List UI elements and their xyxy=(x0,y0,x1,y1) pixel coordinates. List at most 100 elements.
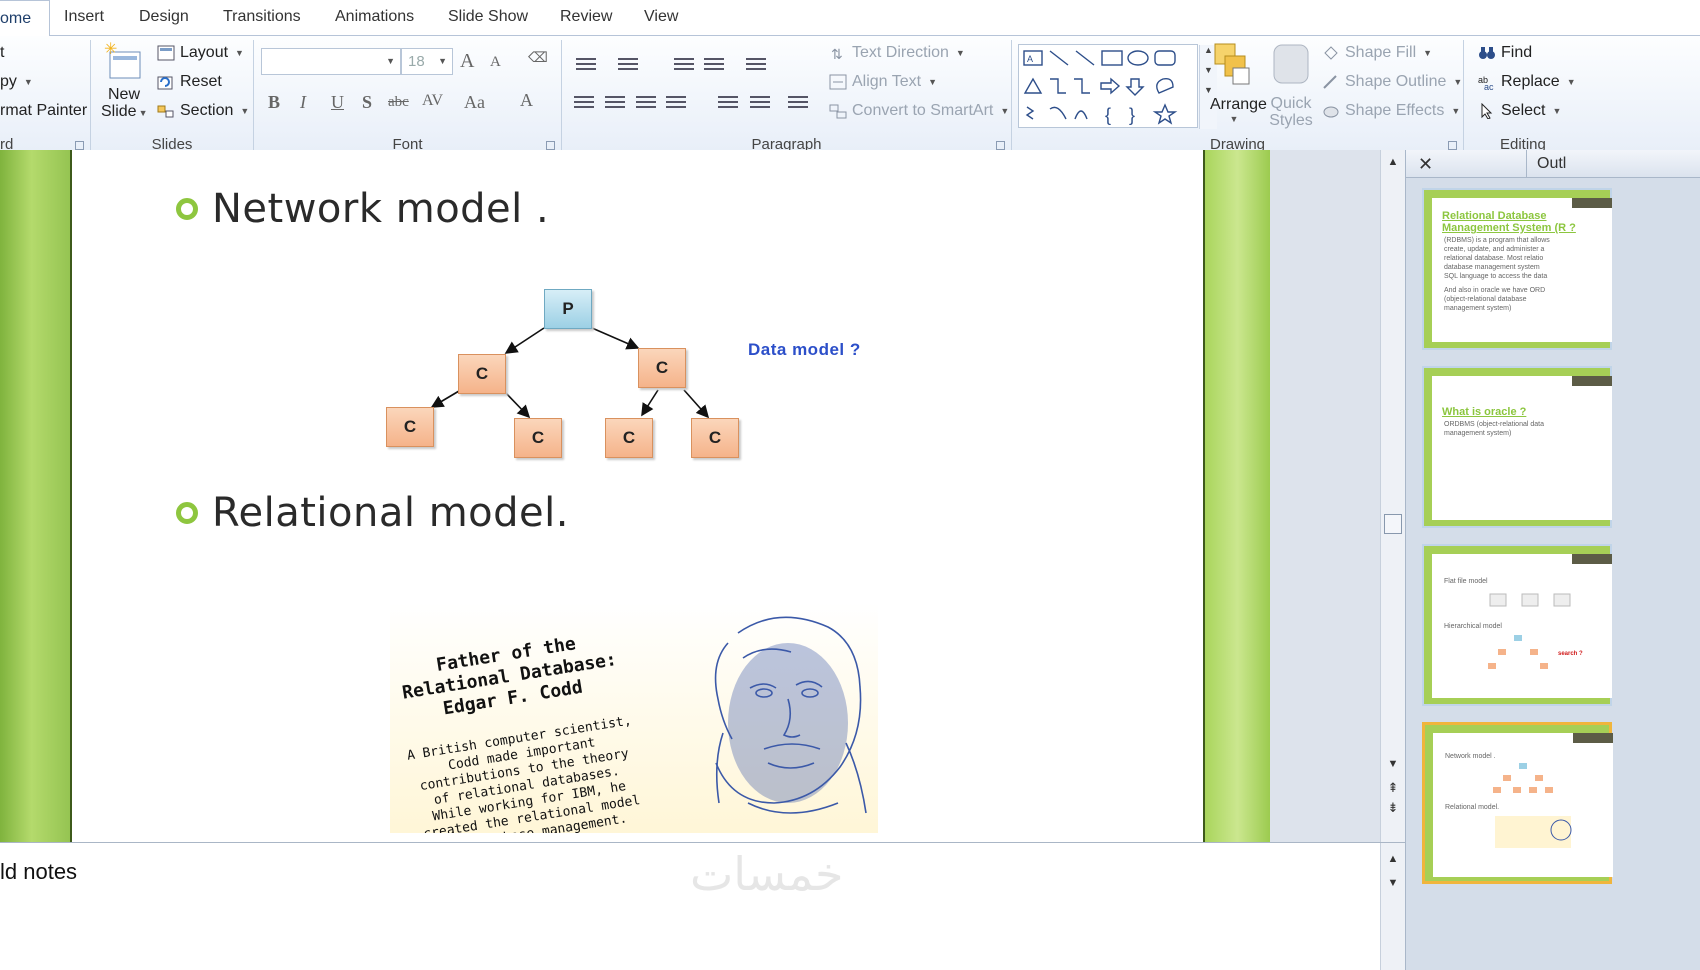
slide-thumbnail[interactable]: What is oracle ? ORDBMS (object-relation… xyxy=(1422,366,1612,528)
next-slide-icon[interactable]: ⇟ xyxy=(1381,800,1405,816)
tab-view[interactable]: View xyxy=(644,8,678,30)
character-spacing-button[interactable]: AV xyxy=(422,92,443,110)
slide-thumbnail[interactable]: Flat file model Hierarchical model searc… xyxy=(1422,544,1612,706)
svg-text:A: A xyxy=(1027,54,1033,64)
tree-node-child[interactable]: C xyxy=(638,348,686,388)
arrange-button[interactable]: Arrange ▼ xyxy=(1210,42,1267,132)
tab-slide-show[interactable]: Slide Show xyxy=(448,8,528,30)
shape-outline-button[interactable]: Shape Outline ▼ xyxy=(1322,73,1462,91)
line-spacing-icon[interactable] xyxy=(746,58,766,74)
italic-button[interactable]: I xyxy=(300,92,306,113)
replace-icon: abac xyxy=(1478,75,1494,90)
underline-button[interactable]: U xyxy=(331,92,344,113)
slide-thumbnail-selected[interactable]: Network model . Relational model. xyxy=(1422,722,1613,884)
decrease-indent-icon[interactable] xyxy=(674,58,694,74)
codd-image[interactable]: Father of the Relational Database: Edgar… xyxy=(390,603,878,833)
close-icon[interactable]: ✕ xyxy=(1418,154,1433,175)
shapes-gallery-icons: A { } xyxy=(1023,50,1178,125)
bold-button[interactable]: B xyxy=(268,92,280,113)
data-model-label[interactable]: Data model ? xyxy=(748,340,861,360)
thumbnail-codd-image xyxy=(1495,816,1572,848)
shadow-button[interactable]: S xyxy=(362,92,372,113)
format-painter-label: rmat Painter xyxy=(0,102,88,119)
scroll-down-icon[interactable]: ▼ xyxy=(1381,758,1405,770)
text-direction-button[interactable]: ⇅ Text Direction ▼ xyxy=(829,44,965,62)
shapes-gallery[interactable]: A { } ▲ ▼ ▼ xyxy=(1018,44,1217,129)
tab-home[interactable]: ome xyxy=(0,0,51,37)
copy-button[interactable]: py ▼ xyxy=(0,73,33,91)
tree-node-child[interactable]: C xyxy=(458,354,506,394)
shape-effects-button[interactable]: Shape Effects ▼ xyxy=(1322,102,1460,120)
strikethrough-button[interactable]: abc xyxy=(388,94,409,111)
convert-smartart-button[interactable]: Convert to SmartArt ▼ xyxy=(829,102,1009,120)
tree-node-root[interactable]: P xyxy=(544,289,592,329)
shape-fill-button[interactable]: Shape Fill ▼ xyxy=(1322,44,1432,62)
thumbnail-title: What is oracle ? xyxy=(1442,406,1527,418)
rtl-icon[interactable] xyxy=(750,96,770,112)
dialog-launcher-icon[interactable] xyxy=(75,141,84,150)
svg-text:{: { xyxy=(1105,105,1111,125)
change-case-button[interactable]: Aa xyxy=(464,92,485,113)
align-center-icon[interactable] xyxy=(605,96,625,112)
scroll-down-icon[interactable]: ▼ xyxy=(1381,877,1405,889)
dialog-launcher-icon[interactable] xyxy=(546,141,555,150)
font-size-combo[interactable]: 18 ▼ xyxy=(401,48,453,75)
replace-button[interactable]: ab ac Replace ▼ xyxy=(1478,73,1576,91)
scroll-thumb[interactable] xyxy=(1384,514,1402,534)
scroll-up-icon[interactable]: ▲ xyxy=(1381,853,1405,865)
ltr-icon[interactable] xyxy=(718,96,738,112)
notes-scrollbar[interactable]: ▲ ▼ xyxy=(1380,843,1405,970)
increase-indent-icon[interactable] xyxy=(704,58,724,74)
tab-design[interactable]: Design xyxy=(139,8,189,30)
font-name-combo[interactable]: ▼ xyxy=(261,48,401,75)
slides-group: ✳ New Slide ▼ Layout ▼ Reset Section ▼ Slid… xyxy=(91,39,254,156)
clear-formatting-icon[interactable]: ⌫ xyxy=(528,50,548,67)
new-slide-button[interactable]: ✳ New Slide ▼ xyxy=(101,39,148,132)
tab-animations[interactable]: Animations xyxy=(335,8,414,30)
quick-styles-button[interactable]: Quick Styles xyxy=(1268,42,1314,132)
columns-icon[interactable] xyxy=(788,96,808,112)
find-label: Find xyxy=(1501,44,1533,61)
justify-icon[interactable] xyxy=(666,96,686,112)
tab-insert[interactable]: Insert xyxy=(64,8,104,30)
align-text-button[interactable]: Align Text ▼ xyxy=(829,73,937,91)
tree-node-child[interactable]: C xyxy=(514,418,562,458)
bullets-icon[interactable] xyxy=(576,58,596,74)
notes-pane[interactable]: ld notes خمسات ▲ ▼ xyxy=(0,842,1405,970)
shrink-font-button[interactable]: A xyxy=(490,54,501,71)
dialog-launcher-icon[interactable] xyxy=(1448,141,1457,150)
bullet-icon xyxy=(176,502,198,524)
tab-outline[interactable]: Outl xyxy=(1526,150,1576,178)
tree-node-child[interactable]: C xyxy=(691,418,739,458)
slide-thumbnail-content: Network model . Relational model. xyxy=(1433,733,1613,877)
slide-thumbnail[interactable]: Relational Database Management System (R… xyxy=(1422,188,1612,350)
reset-button[interactable]: Reset xyxy=(157,73,222,91)
tree-node-child[interactable]: C xyxy=(386,407,434,447)
notes-placeholder[interactable]: ld notes xyxy=(0,859,77,885)
slide-vertical-scrollbar[interactable]: ▲ ▼ ⇞ ⇟ xyxy=(1380,150,1405,842)
align-left-icon[interactable] xyxy=(574,96,594,112)
section-button[interactable]: Section ▼ xyxy=(157,102,249,120)
chevron-down-icon: ▼ xyxy=(928,77,937,87)
scroll-up-icon[interactable]: ▲ xyxy=(1381,156,1405,168)
tab-review[interactable]: Review xyxy=(560,8,612,30)
slide-canvas[interactable]: Network model . P C C C C C C Data model… xyxy=(70,150,1205,842)
align-right-icon[interactable] xyxy=(636,96,656,112)
reset-icon xyxy=(157,76,173,90)
new-slide-label-2-text: Slide xyxy=(101,103,137,120)
layout-button[interactable]: Layout ▼ xyxy=(157,44,244,62)
grow-font-button[interactable]: A xyxy=(460,50,474,73)
font-color-button[interactable]: A xyxy=(520,90,533,111)
cut-button[interactable]: t xyxy=(0,44,4,62)
previous-slide-icon[interactable]: ⇞ xyxy=(1381,780,1405,796)
numbering-icon[interactable] xyxy=(618,58,638,74)
tab-transitions[interactable]: Transitions xyxy=(223,8,301,30)
chevron-down-icon: ▼ xyxy=(1423,48,1433,58)
select-button[interactable]: Select ▼ xyxy=(1478,102,1561,120)
thumbnail-tag xyxy=(1572,198,1612,208)
bullet-relational-model[interactable]: Relational model. xyxy=(176,490,569,536)
tree-node-child[interactable]: C xyxy=(605,418,653,458)
format-painter-button[interactable]: rmat Painter xyxy=(0,102,87,120)
find-button[interactable]: Find xyxy=(1478,44,1532,62)
dialog-launcher-icon[interactable] xyxy=(996,141,1005,150)
